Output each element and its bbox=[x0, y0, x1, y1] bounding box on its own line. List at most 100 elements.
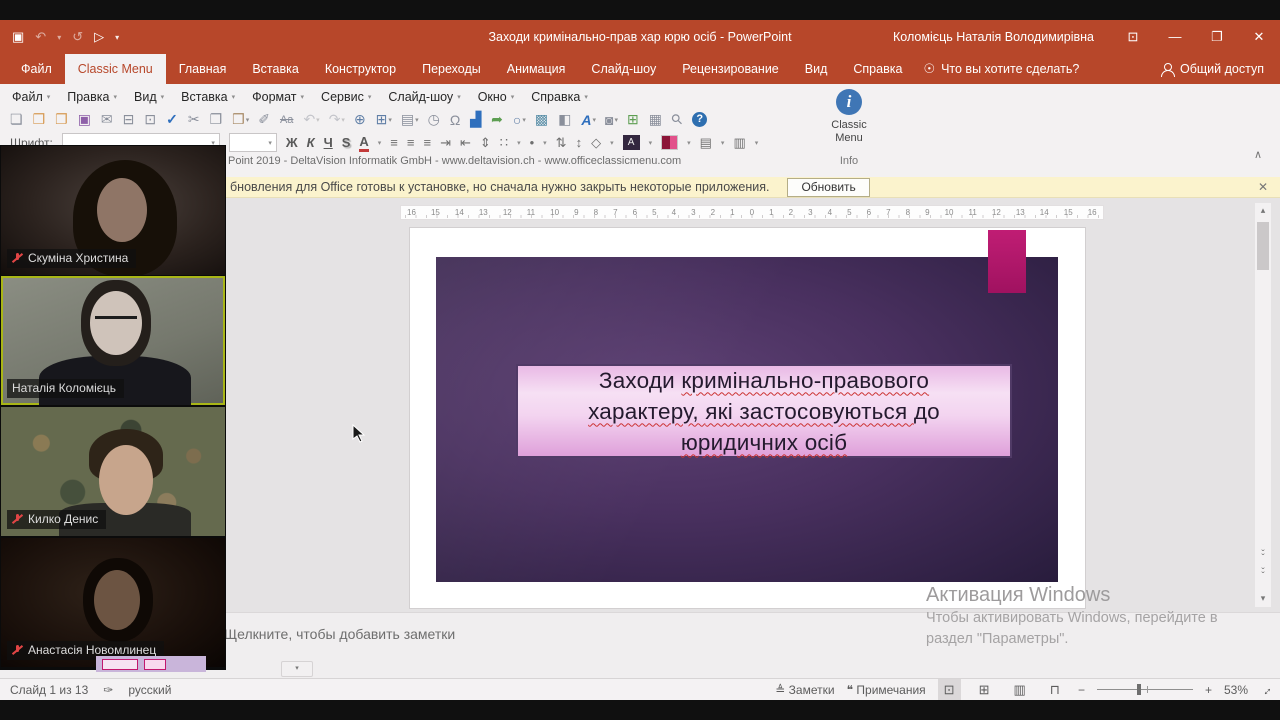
tab-design[interactable]: Конструктор bbox=[312, 54, 409, 84]
font-size-combo[interactable]: ▾ bbox=[229, 133, 277, 152]
print-icon[interactable]: ⊟ bbox=[123, 111, 136, 128]
share-button[interactable]: Общий доступ bbox=[1161, 54, 1264, 84]
tab-home[interactable]: Главная bbox=[166, 54, 240, 84]
email-icon[interactable]: ✉ bbox=[101, 111, 114, 128]
photo-album-icon[interactable]: ◙ ▾ bbox=[605, 112, 618, 128]
redo-button[interactable]: ↺ bbox=[72, 29, 83, 45]
table-icon[interactable]: ⊞ bbox=[627, 111, 640, 128]
language-status[interactable]: русский bbox=[128, 683, 171, 697]
slide-sorter-view-button[interactable]: ⊞ bbox=[973, 679, 996, 700]
zoom-search-icon[interactable]: ⚲ bbox=[672, 111, 683, 128]
font-color-button[interactable]: А bbox=[359, 134, 368, 151]
line-spacing-button[interactable]: ⇕ bbox=[480, 135, 491, 151]
reading-view-button[interactable]: ▥ bbox=[1007, 679, 1031, 700]
participant-video-3[interactable]: Килко Денис bbox=[1, 407, 225, 536]
zoom-in-button[interactable]: + bbox=[1205, 683, 1212, 697]
bold-button[interactable]: Ж bbox=[286, 135, 298, 150]
spellcheck-status-icon[interactable]: ✑ bbox=[103, 683, 113, 697]
participant-video-1[interactable]: Скуміна Христина bbox=[1, 146, 225, 275]
tab-classic-menu[interactable]: Classic Menu bbox=[65, 54, 166, 84]
zoom-slider-thumb[interactable] bbox=[1137, 684, 1141, 695]
participant-video-4[interactable]: Анастасія Новомлинец bbox=[1, 538, 225, 667]
slide-accent-rectangle[interactable] bbox=[988, 230, 1026, 293]
ribbon-display-options-button[interactable]: ⊡ bbox=[1112, 20, 1154, 54]
next-slide-button[interactable]: ˇˇ bbox=[1255, 571, 1271, 587]
spelling-icon[interactable]: ✓ bbox=[166, 111, 179, 128]
dropdown-caret-icon[interactable]: ▾ bbox=[378, 139, 382, 147]
text-direction-button[interactable]: ⇅ bbox=[556, 135, 567, 151]
participant-video-2-active-speaker[interactable]: Наталія Коломієць bbox=[1, 276, 225, 405]
columns-icon[interactable]: ▤ ▾ bbox=[401, 111, 419, 128]
underline-button[interactable]: Ч bbox=[324, 135, 333, 150]
close-button[interactable]: ✕ bbox=[1238, 20, 1280, 54]
classic-menu-button[interactable]: i Classic Menu bbox=[822, 87, 876, 151]
print-preview-icon[interactable]: ⊡ bbox=[144, 111, 157, 128]
normal-view-button[interactable]: ⊡ bbox=[938, 679, 961, 700]
indent-more-button[interactable]: ⇥ bbox=[440, 135, 451, 151]
slide-thumbnail-fragment[interactable] bbox=[96, 656, 206, 672]
cut-icon[interactable]: ✂ bbox=[188, 111, 201, 128]
wordart-icon[interactable]: A ▾ bbox=[581, 112, 596, 128]
clear-formatting-icon[interactable]: Aa bbox=[280, 114, 294, 126]
insert-table-icon[interactable]: ⊞ ▾ bbox=[376, 111, 392, 128]
save-icon[interactable]: ▣ bbox=[78, 111, 92, 128]
fit-to-window-button[interactable]: ↔ bbox=[1257, 680, 1275, 698]
shape-fill-button[interactable]: ◇ bbox=[591, 135, 601, 151]
align-left-button[interactable]: ≡ bbox=[390, 135, 398, 150]
tab-slideshow[interactable]: Слайд-шоу bbox=[578, 54, 669, 84]
tell-me-search[interactable]: ☉ Что вы хотите сделать? bbox=[923, 54, 1079, 84]
slideshow-view-button[interactable]: ⊓ bbox=[1044, 679, 1066, 700]
tab-help[interactable]: Справка bbox=[840, 54, 915, 84]
align-right-button[interactable]: ≡ bbox=[423, 135, 431, 150]
new-slide-button[interactable]: ▤ bbox=[700, 135, 712, 151]
theme-colors-button[interactable] bbox=[661, 135, 678, 150]
notes-toggle[interactable]: ≜ Заметки bbox=[775, 683, 834, 697]
tab-view[interactable]: Вид bbox=[792, 54, 841, 84]
menu-help-button[interactable]: Справка ▾ bbox=[531, 90, 588, 104]
scrollbar-thumb[interactable] bbox=[1257, 222, 1269, 270]
help-icon[interactable]: ? bbox=[692, 112, 708, 127]
align-text-button[interactable]: ↕ bbox=[576, 135, 583, 150]
gridlines-icon[interactable]: ▦ bbox=[649, 111, 663, 128]
tab-animations[interactable]: Анимация bbox=[494, 54, 579, 84]
start-slideshow-button[interactable]: ▷ bbox=[94, 29, 104, 45]
tab-review[interactable]: Рецензирование bbox=[669, 54, 792, 84]
restore-button[interactable]: ❐ bbox=[1196, 20, 1238, 54]
smartart-icon[interactable]: ➦ bbox=[491, 111, 504, 128]
picture-icon[interactable]: ▩ bbox=[535, 111, 549, 128]
redo-icon[interactable]: ↷ ▾ bbox=[329, 111, 345, 128]
notes-placeholder[interactable]: Щелкните, чтобы добавить заметки bbox=[224, 626, 455, 642]
slide-canvas[interactable]: Заходи кримінально-правового характеру, … bbox=[410, 228, 1085, 608]
shadow-button[interactable]: S bbox=[342, 135, 351, 150]
tab-transitions[interactable]: Переходы bbox=[409, 54, 494, 84]
hyperlink-icon[interactable]: ⊕ bbox=[354, 111, 367, 128]
tab-file[interactable]: Файл bbox=[8, 54, 65, 84]
minimize-button[interactable]: — bbox=[1154, 20, 1196, 54]
save-button[interactable]: ▣ bbox=[12, 29, 24, 45]
comments-toggle[interactable]: ❝ Примечания bbox=[847, 683, 926, 697]
copy-icon[interactable]: ❐ bbox=[210, 111, 224, 128]
chart-icon[interactable]: ▟ bbox=[470, 111, 482, 128]
menu-edit-button[interactable]: Правка ▾ bbox=[67, 90, 117, 104]
update-button[interactable]: Обновить bbox=[787, 178, 869, 197]
zoom-out-button[interactable]: − bbox=[1078, 683, 1085, 697]
symbol-icon[interactable]: Ω bbox=[450, 112, 461, 128]
italic-button[interactable]: К bbox=[307, 135, 315, 150]
qat-more-button[interactable]: ▾ bbox=[115, 33, 119, 42]
menu-file-button[interactable]: Файл ▾ bbox=[12, 90, 50, 104]
menu-view-button[interactable]: Вид ▾ bbox=[134, 90, 164, 104]
horizontal-ruler[interactable]: 1615141312111098765432101234567891011121… bbox=[400, 205, 1104, 220]
slide-design-button[interactable]: А bbox=[623, 135, 640, 150]
date-time-icon[interactable]: ◷ bbox=[428, 111, 441, 128]
vertical-scrollbar[interactable]: ▴ ˇˇ ˇˇ ▾ bbox=[1255, 203, 1271, 607]
slide-layout-button[interactable]: ▥ bbox=[733, 135, 745, 151]
undo-icon[interactable]: ↶ ▾ bbox=[303, 111, 319, 128]
zoom-slider[interactable] bbox=[1097, 689, 1193, 690]
menu-tools-button[interactable]: Сервис ▾ bbox=[321, 90, 371, 104]
bullets-button[interactable]: • bbox=[530, 135, 535, 150]
open-icon[interactable]: ❒ bbox=[33, 111, 47, 128]
shapes-icon[interactable]: ○ ▾ bbox=[513, 112, 526, 128]
align-center-button[interactable]: ≡ bbox=[407, 135, 415, 150]
menu-window-button[interactable]: Окно ▾ bbox=[478, 90, 515, 104]
video-call-overlay[interactable]: Скуміна Христина Наталія Коломієць Килко… bbox=[0, 145, 226, 670]
